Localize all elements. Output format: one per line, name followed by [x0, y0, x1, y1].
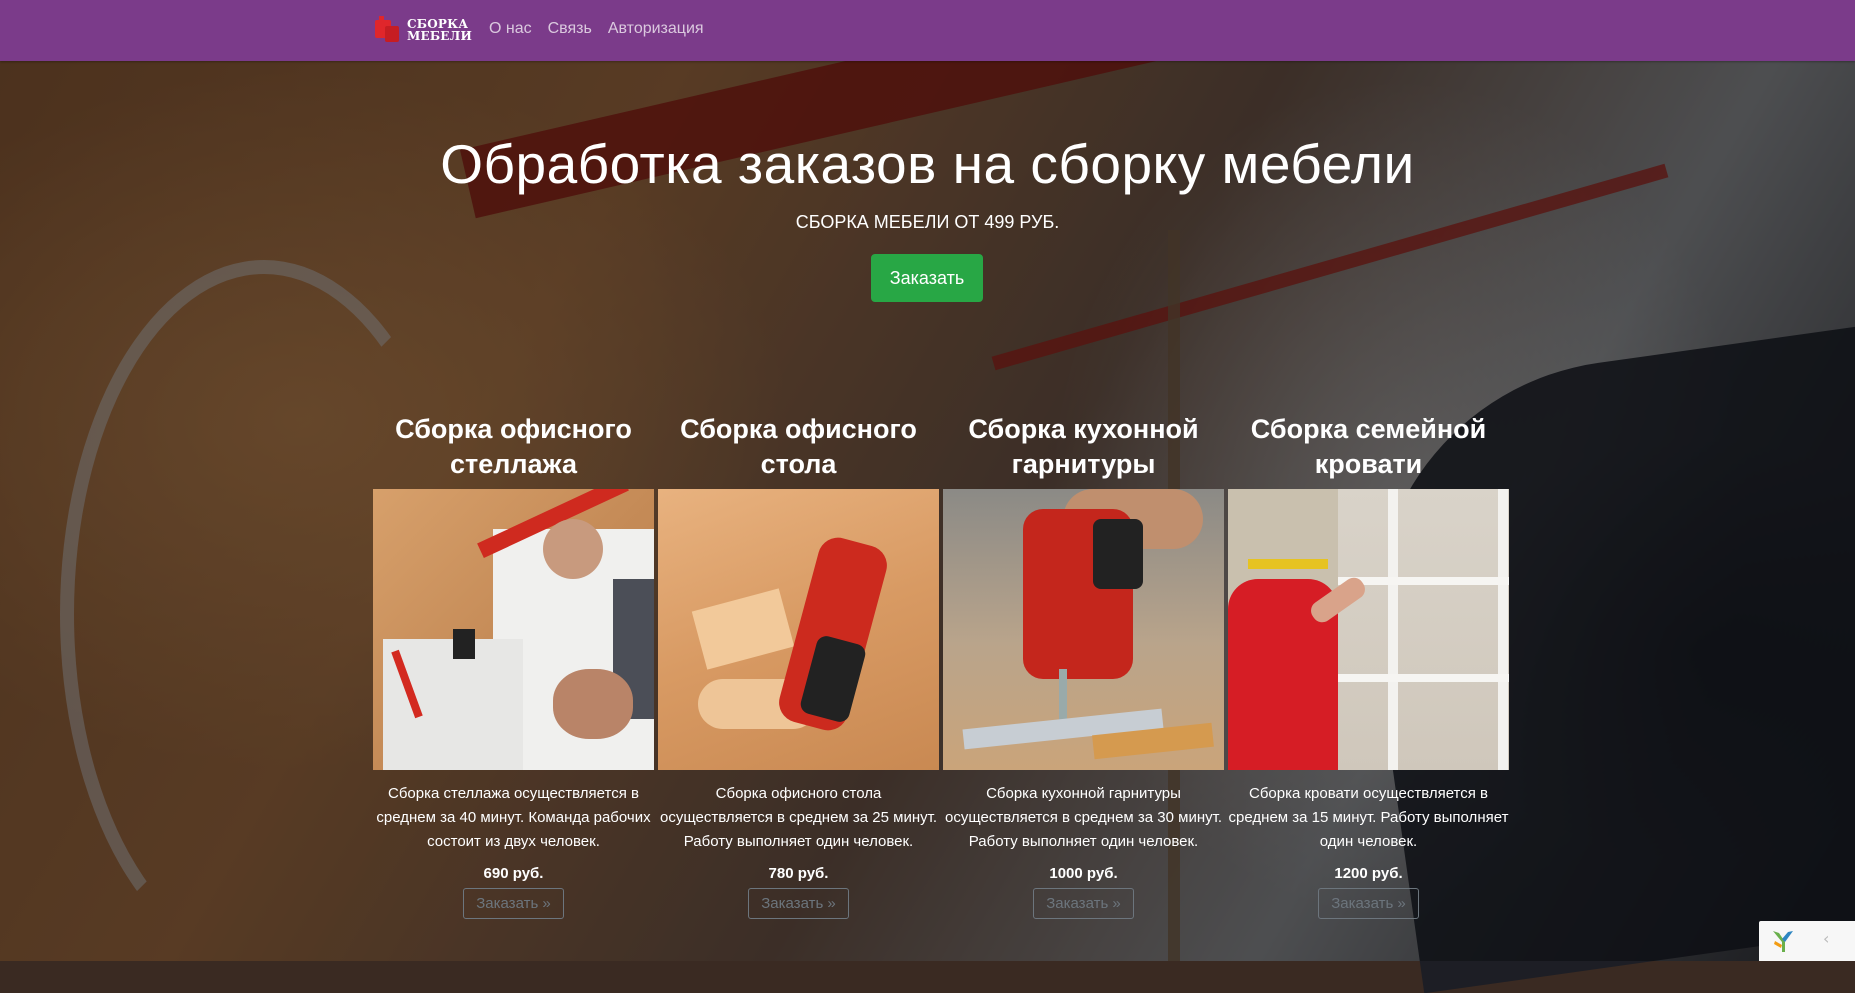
card-price: 780 руб. [768, 865, 829, 882]
hero-subtitle: СБОРКА МЕБЕЛИ ОТ 499 РУБ. [795, 212, 1060, 232]
card-description: Сборка офисного стола осуществляется в с… [659, 785, 937, 850]
debug-toolbar-mini[interactable]: ‹ [1759, 921, 1855, 961]
card-description: Сборка стеллажа осуществляется в среднем… [376, 785, 651, 850]
debug-toolbar-toggle-icon[interactable]: ‹ [1823, 929, 1829, 948]
brand-icon [373, 16, 403, 44]
card-image-office-desk [658, 489, 939, 770]
service-card-bed: Сборка семейной кровати Сборка кровати о… [1228, 412, 1509, 919]
card-order-button[interactable]: Заказать » [1318, 888, 1419, 919]
card-price: 690 руб. [483, 865, 544, 882]
card-order-button[interactable]: Заказать » [1033, 888, 1134, 919]
hero-order-button[interactable]: Заказать [871, 254, 983, 302]
card-body: Сборка стеллажа осуществляется в среднем… [373, 770, 654, 919]
yii-logo-icon[interactable] [1769, 927, 1797, 955]
card-description: Сборка кухонной гарнитуры осуществляется… [944, 785, 1222, 850]
navbar: СБОРКА МЕБЕЛИ О нас Связь Авторизация [0, 0, 1855, 61]
card-body: Сборка кровати осуществляется в среднем … [1228, 770, 1509, 919]
nav-link-contact[interactable]: Связь [548, 20, 592, 38]
brand-text: СБОРКА МЕБЕЛИ [407, 18, 472, 42]
card-title: Сборка офисного стола [680, 414, 917, 479]
card-title: Сборка офисного стеллажа [395, 414, 632, 479]
card-image-kitchen [943, 489, 1224, 770]
nav-links: О нас Связь Авторизация [489, 20, 720, 38]
hero-title: Обработка заказов на сборку мебели [440, 133, 1415, 195]
card-body: Сборка офисного стола осуществляется в с… [658, 770, 939, 919]
card-image-shelving [373, 489, 654, 770]
nav-link-login[interactable]: Авторизация [608, 20, 704, 38]
card-title: Сборка кухонной гарнитуры [968, 414, 1199, 479]
brand-logo[interactable]: СБОРКА МЕБЕЛИ [373, 14, 472, 46]
service-card-kitchen: Сборка кухонной гарнитуры Сборка кухонно… [943, 412, 1224, 919]
card-title: Сборка семейной кровати [1250, 414, 1487, 479]
card-order-button[interactable]: Заказать » [463, 888, 564, 919]
card-body: Сборка кухонной гарнитуры осуществляется… [943, 770, 1224, 919]
card-image-bed [1228, 489, 1509, 770]
card-price: 1000 руб. [1049, 865, 1118, 882]
service-card-office-desk: Сборка офисного стола Сборка офисного ст… [658, 412, 939, 919]
service-card-shelving: Сборка офисного стеллажа Сборка стеллажа… [373, 412, 654, 919]
card-description: Сборка кровати осуществляется в среднем … [1228, 785, 1509, 850]
nav-link-about[interactable]: О нас [489, 20, 532, 38]
brand-line-2: МЕБЕЛИ [407, 29, 472, 43]
card-price: 1200 руб. [1334, 865, 1403, 882]
card-order-button[interactable]: Заказать » [748, 888, 849, 919]
